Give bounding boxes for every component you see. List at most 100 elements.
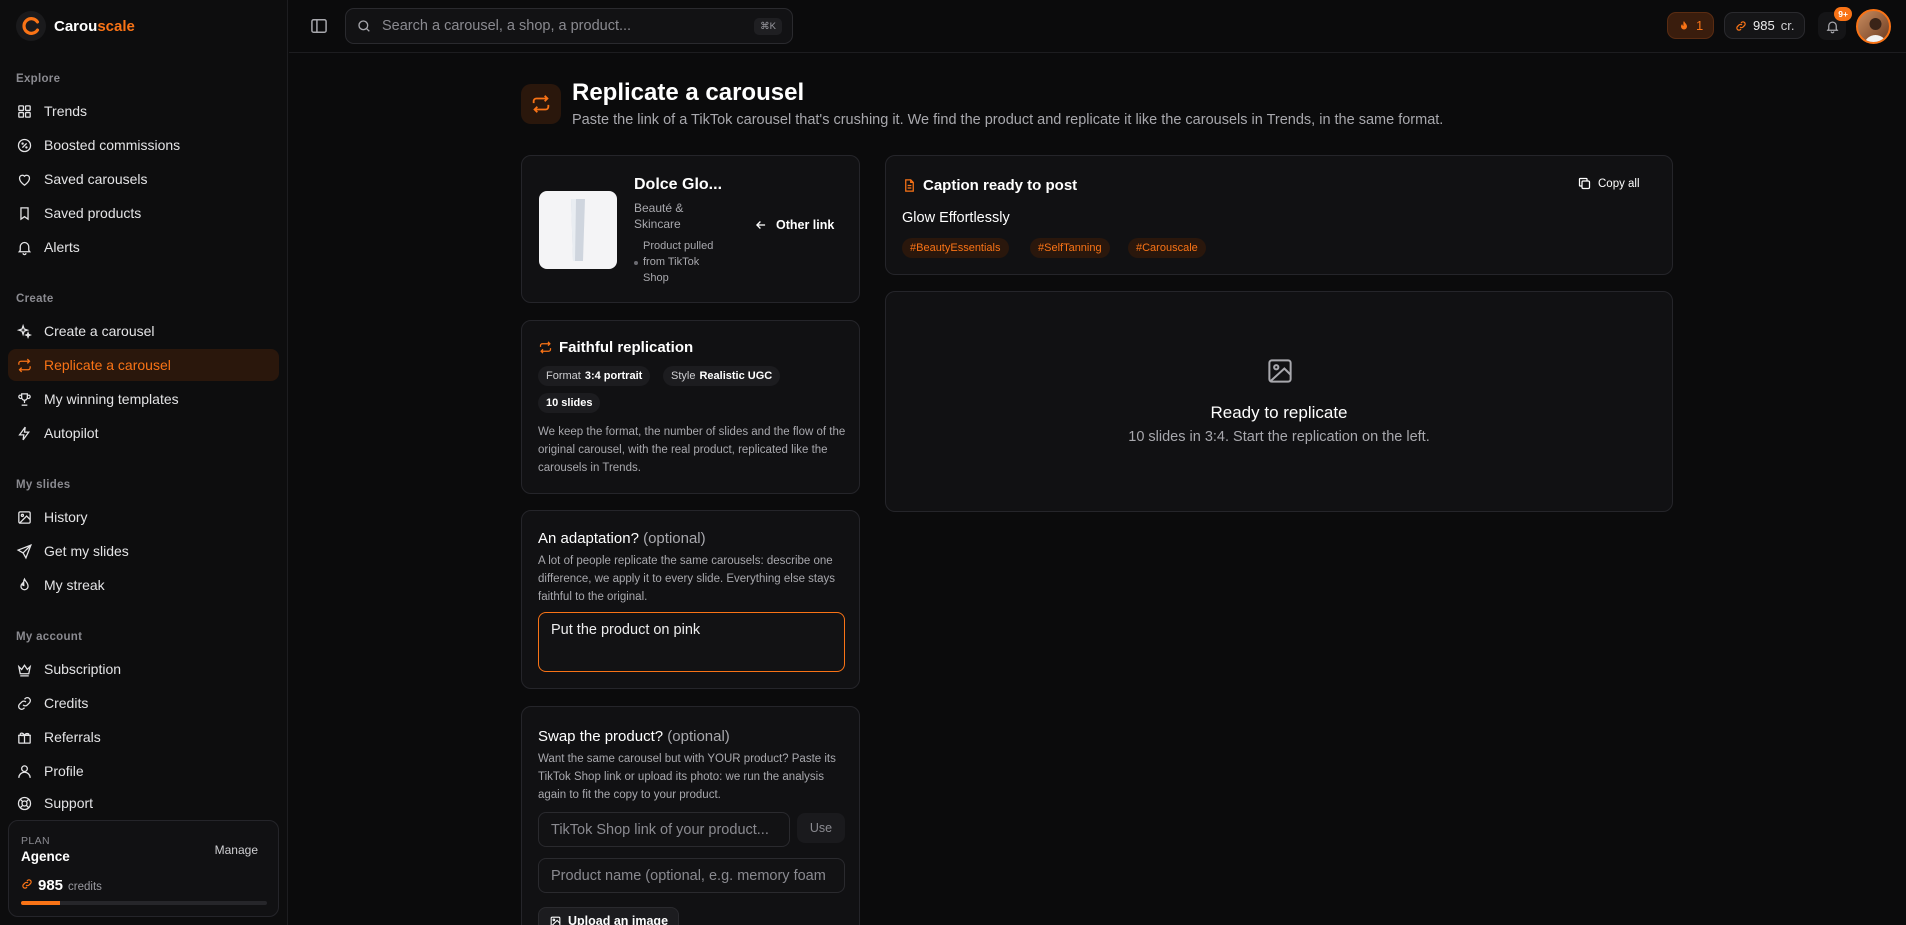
plan-credits-unit: credits <box>68 881 102 893</box>
avatar[interactable] <box>1856 9 1891 44</box>
repeat-icon <box>539 341 552 354</box>
sidebar-item-saved-products[interactable]: Saved products <box>8 197 279 229</box>
section-my-slides: My slides <box>16 479 71 491</box>
other-link-label: Other link <box>776 218 835 232</box>
repeat-icon <box>18 358 31 372</box>
search-bar[interactable]: ⌘K <box>345 8 793 44</box>
brand-name: Carouscale <box>54 17 135 35</box>
grid-icon <box>18 104 31 118</box>
arrow-left-icon <box>756 221 766 229</box>
sidebar-item-label: Support <box>44 795 94 811</box>
product-name-input[interactable] <box>538 858 845 893</box>
plan-credits: 985 credits <box>21 877 102 894</box>
page-icon <box>521 84 561 124</box>
sidebar-item-streak[interactable]: My streak <box>8 569 279 601</box>
adaptation-description: A lot of people replicate the same carou… <box>538 555 836 603</box>
product-source: Product pulled from TikTok Shop <box>643 240 714 284</box>
sidebar-item-alerts[interactable]: Alerts <box>8 231 279 263</box>
brand[interactable]: Carouscale <box>16 11 135 41</box>
copy-icon <box>1578 177 1591 190</box>
user-icon <box>18 764 31 778</box>
topbar: ⌘K 1 985 cr. 9+ <box>289 0 1906 53</box>
image-icon <box>1265 356 1295 386</box>
ready-subtitle: 10 slides in 3:4. Start the replication … <box>1128 429 1430 445</box>
credits-count: 985 <box>1753 18 1775 33</box>
swap-description: Want the same carousel but with YOUR pro… <box>538 753 836 801</box>
sidebar-item-boosted-commissions[interactable]: Boosted commissions <box>8 129 279 161</box>
search-icon <box>358 20 370 32</box>
sidebar-item-label: Saved carousels <box>44 171 148 187</box>
sidebar-item-label: Profile <box>44 763 84 779</box>
caption-title: Caption ready to post <box>902 177 1077 194</box>
sidebar-item-autopilot[interactable]: Autopilot <box>8 417 279 449</box>
sidebar-item-label: Credits <box>44 695 89 711</box>
sidebar-item-referrals[interactable]: Referrals <box>8 721 279 753</box>
manage-plan-link[interactable]: Manage <box>215 843 258 857</box>
section-explore: Explore <box>16 73 61 85</box>
sidebar-toggle-icon[interactable] <box>309 16 329 36</box>
sidebar-item-label: Replicate a carousel <box>44 357 171 373</box>
streak-pill[interactable]: 1 <box>1667 12 1715 39</box>
swap-product-card: Swap the product? (optional) Want the sa… <box>521 706 860 925</box>
sidebar-item-subscription[interactable]: Subscription <box>8 653 279 685</box>
sidebar-item-label: Saved products <box>44 205 142 221</box>
upload-image-label: Upload an image <box>568 914 669 925</box>
sidebar-item-winning-templates[interactable]: My winning templates <box>8 383 279 415</box>
sidebar-item-history[interactable]: History <box>8 501 279 533</box>
trophy-icon <box>18 392 31 406</box>
sidebar-item-create-carousel[interactable]: Create a carousel <box>8 315 279 347</box>
plan-usage-bar <box>21 901 267 905</box>
badge-percent-icon <box>17 138 32 152</box>
product-image <box>539 191 617 269</box>
sidebar-item-label: Get my slides <box>44 543 129 559</box>
sidebar-item-trends[interactable]: Trends <box>8 95 279 127</box>
streak-count: 1 <box>1696 18 1704 33</box>
sidebar-item-label: Subscription <box>44 661 122 677</box>
hashtag-chip[interactable]: #SelfTanning <box>1030 238 1110 258</box>
sidebar-item-saved-carousels[interactable]: Saved carousels <box>8 163 279 195</box>
other-link-button[interactable]: Other link <box>754 218 834 232</box>
plan-credits-value: 985 <box>38 877 64 894</box>
sidebar-item-label: Boosted commissions <box>44 137 181 153</box>
sidebar-item-label: Alerts <box>44 239 80 255</box>
copy-all-button[interactable]: Copy all <box>1577 176 1640 191</box>
sidebar-item-replicate-carousel[interactable]: Replicate a carousel <box>8 349 279 381</box>
replication-title-text: Faithful replication <box>559 339 694 356</box>
copy-all-label: Copy all <box>1598 177 1640 190</box>
link-icon <box>22 879 32 889</box>
section-my-account: My account <box>16 631 83 643</box>
hashtag-chip[interactable]: #Carouscale <box>1128 238 1206 258</box>
sidebar-item-credits[interactable]: Credits <box>8 687 279 719</box>
credits-pill[interactable]: 985 cr. <box>1724 12 1806 39</box>
caption-text: Glow Effortlessly <box>902 210 1010 226</box>
sidebar-item-support[interactable]: Support <box>8 789 279 817</box>
plan-card: PLAN Agence Manage 985 credits <box>8 820 279 917</box>
tiktok-link-input[interactable] <box>538 812 790 847</box>
sidebar-item-get-slides[interactable]: Get my slides <box>8 535 279 567</box>
adaptation-textarea[interactable]: Put the product on pink <box>538 612 845 672</box>
product-category: Beauté & Skincare <box>634 201 684 231</box>
ready-title: Ready to replicate <box>1210 403 1348 422</box>
sparkles-icon <box>16 323 33 339</box>
upload-image-button[interactable]: Upload an image <box>538 907 680 925</box>
source-dot-icon <box>634 261 638 265</box>
style-chip: Style Realistic UGC <box>663 366 781 386</box>
hashtag-chip[interactable]: #BeautyEssentials <box>902 238 1009 258</box>
adaptation-card: An adaptation? (optional) A lot of peopl… <box>521 510 860 689</box>
flame-icon <box>1681 20 1687 29</box>
bell-icon <box>1826 21 1838 33</box>
replication-title: Faithful replication <box>538 339 693 356</box>
sidebar-item-label: Referrals <box>44 729 101 745</box>
notifications-button[interactable]: 9+ <box>1818 7 1852 40</box>
plan-usage-fill <box>21 901 61 905</box>
flame-icon <box>20 577 29 590</box>
sidebar-item-label: Autopilot <box>44 425 99 441</box>
caption-title-text: Caption ready to post <box>923 177 1078 194</box>
repeat-icon <box>532 95 550 113</box>
sidebar-item-profile[interactable]: Profile <box>8 755 279 787</box>
bell-icon <box>17 241 32 255</box>
sidebar-item-label: Create a carousel <box>44 323 155 339</box>
use-button[interactable]: Use <box>797 813 845 843</box>
adaptation-title: An adaptation? (optional) <box>538 530 706 547</box>
search-input[interactable] <box>382 18 745 34</box>
